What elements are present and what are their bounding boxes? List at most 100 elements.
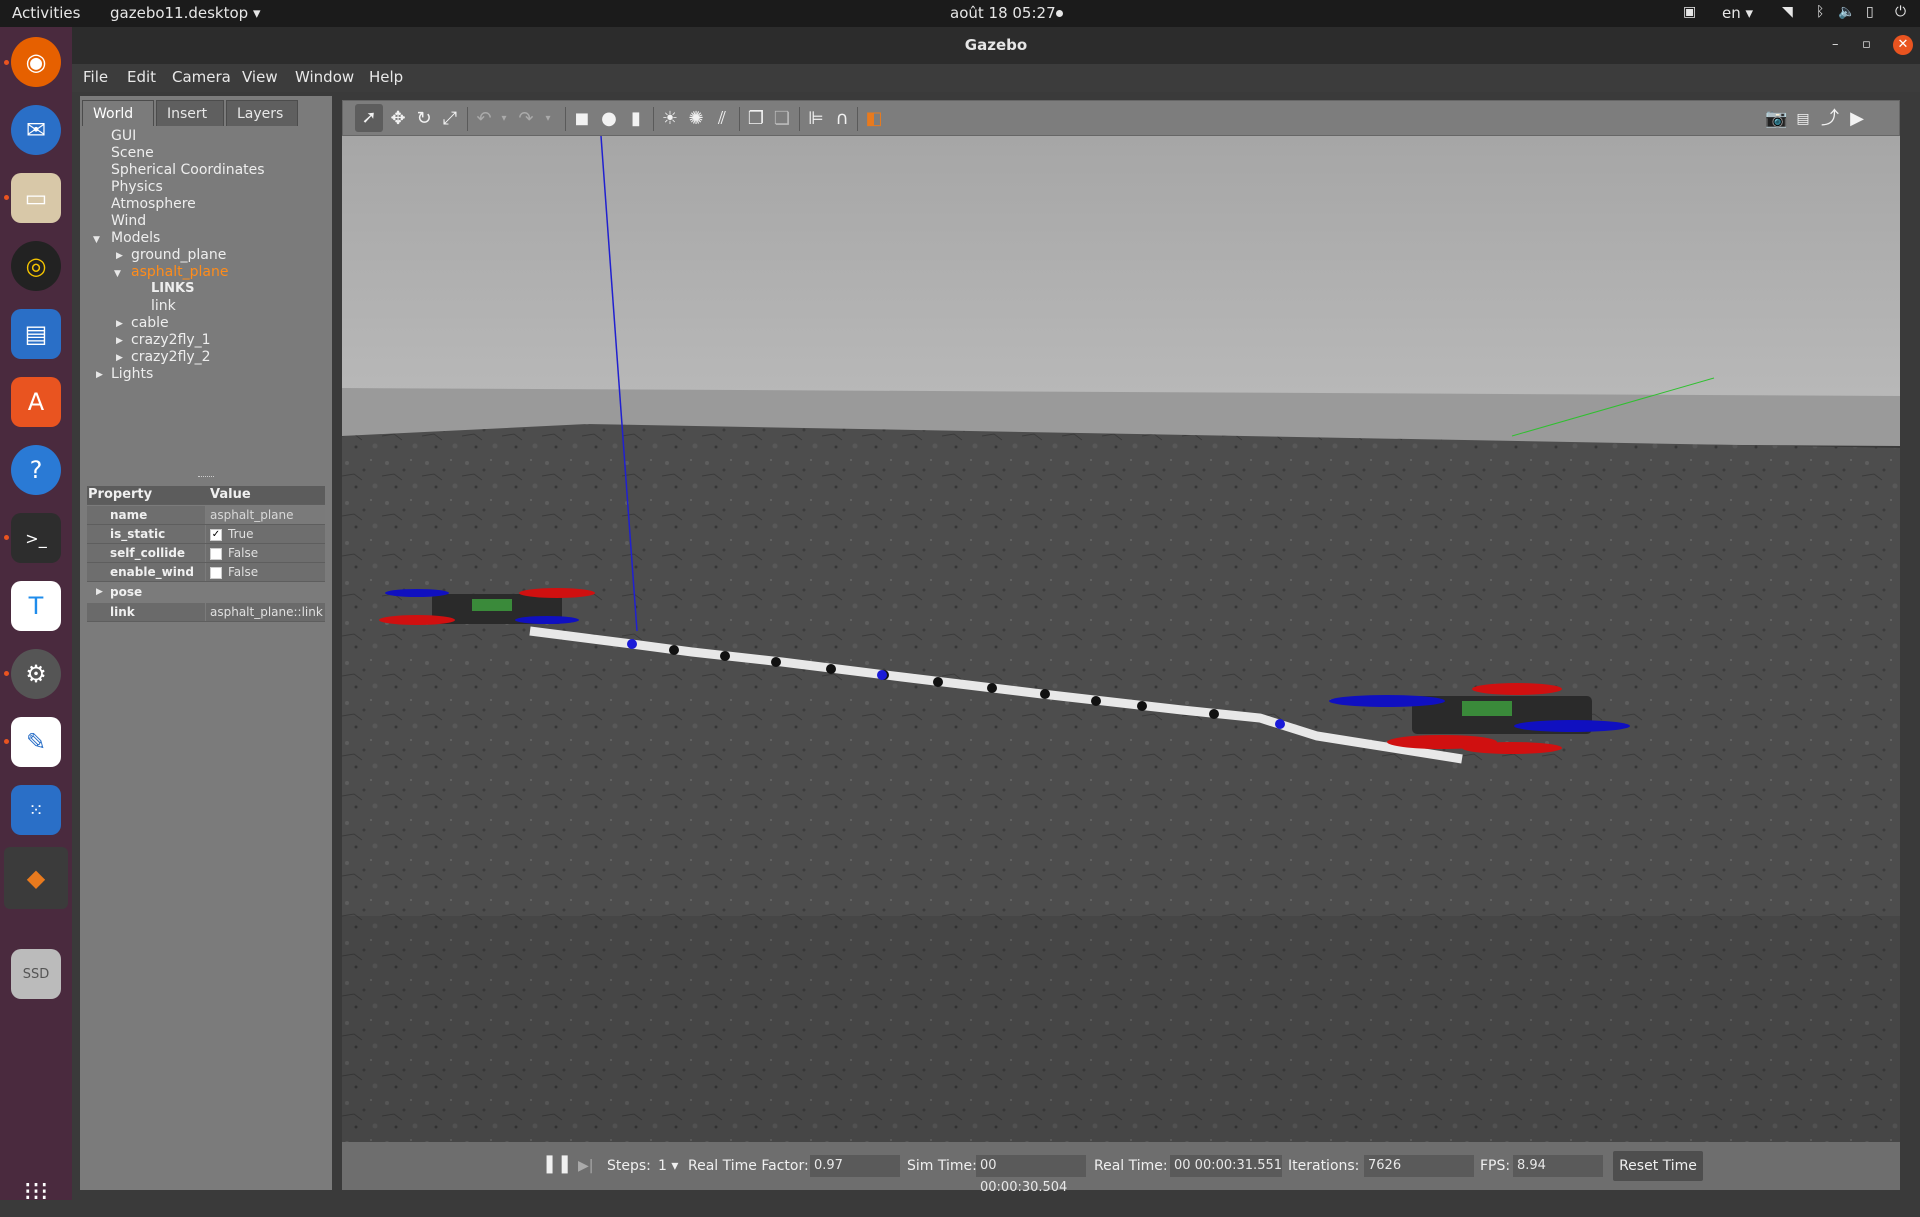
toolbar-separator: [799, 107, 800, 131]
collapsed-arrow-icon[interactable]: ▶: [116, 319, 123, 329]
spot-light-icon[interactable]: ✺: [685, 108, 707, 130]
minimize-icon[interactable]: –: [1832, 37, 1839, 53]
camera-indicator-icon[interactable]: ▣: [1683, 4, 1696, 20]
power-menu-icon[interactable]: ⏻: [1895, 4, 1906, 20]
teamviewer-icon[interactable]: T: [11, 581, 61, 631]
undo-history-icon[interactable]: ▾: [493, 108, 515, 130]
menu-camera[interactable]: Camera: [172, 68, 231, 86]
collapsed-arrow-icon[interactable]: ▶: [116, 336, 123, 346]
redo-history-icon[interactable]: ▾: [537, 108, 559, 130]
tree-item-wind[interactable]: Wind: [111, 213, 146, 229]
sphere-shape-icon[interactable]: ●: [598, 108, 620, 130]
help-icon[interactable]: ?: [11, 445, 61, 495]
box-shape-icon[interactable]: ◼: [571, 108, 593, 130]
tree-item-crazy2fly-2[interactable]: crazy2fly_2: [131, 349, 211, 365]
clock[interactable]: août 18 05:27: [950, 4, 1056, 22]
select-mode-icon[interactable]: ➚: [355, 104, 383, 132]
step-icon[interactable]: ▶|: [578, 1158, 593, 1174]
view-angle-icon[interactable]: ◧: [863, 108, 885, 130]
tab-insert[interactable]: Insert: [156, 100, 224, 126]
translate-mode-icon[interactable]: ✥: [387, 108, 409, 130]
tree-item-ground-plane[interactable]: ground_plane: [131, 247, 226, 263]
tree-item-asphalt-plane[interactable]: asphalt_plane: [131, 264, 228, 280]
property-row-link[interactable]: ▶ link asphalt_plane::link: [87, 603, 325, 622]
undo-icon[interactable]: ↶: [473, 108, 495, 130]
collapsed-arrow-icon[interactable]: ▶: [116, 251, 123, 261]
expanded-arrow-icon[interactable]: ▼: [93, 235, 100, 245]
directional-light-icon[interactable]: ⫽: [711, 108, 733, 130]
menu-help[interactable]: Help: [369, 68, 403, 86]
log-icon[interactable]: ▤: [1792, 108, 1814, 130]
video-record-icon[interactable]: ▶: [1846, 108, 1868, 130]
app-grid-launcher-icon[interactable]: ⁙: [11, 785, 61, 835]
tree-item-link[interactable]: link: [151, 298, 176, 314]
thunderbird-icon[interactable]: ✉: [11, 105, 61, 155]
collapsed-arrow-icon[interactable]: ▶: [96, 370, 103, 380]
property-row-is-static[interactable]: is_static ✓ True: [87, 525, 325, 544]
menu-view[interactable]: View: [242, 68, 278, 86]
toolbar-separator: [653, 107, 654, 131]
scene-viewport[interactable]: [342, 136, 1900, 1142]
tree-item-crazy2fly-1[interactable]: crazy2fly_1: [131, 332, 211, 348]
tree-item-atmosphere[interactable]: Atmosphere: [111, 196, 196, 212]
activities-button[interactable]: Activities: [12, 4, 80, 22]
gazebo-dock-icon[interactable]: ◆: [4, 847, 68, 909]
volume-icon[interactable]: 🔈: [1838, 4, 1855, 20]
menu-edit[interactable]: Edit: [127, 68, 156, 86]
terminal-icon[interactable]: >_: [11, 513, 61, 563]
expanded-arrow-icon[interactable]: ▼: [114, 269, 121, 279]
property-row-enable-wind[interactable]: enable_wind False: [87, 563, 325, 582]
align-icon[interactable]: ⊫: [805, 108, 827, 130]
show-applications-icon[interactable]: ⁝⁝⁝: [11, 1167, 61, 1217]
property-row-name[interactable]: name asphalt_plane: [87, 506, 325, 525]
app-menu[interactable]: gazebo11.desktop ▾: [110, 4, 261, 22]
pause-icon[interactable]: ❚❚: [542, 1153, 572, 1174]
tree-item-spherical[interactable]: Spherical Coordinates: [111, 162, 265, 178]
settings-icon[interactable]: ⚙: [11, 649, 61, 699]
tab-layers[interactable]: Layers: [226, 100, 298, 126]
tree-item-models[interactable]: Models: [111, 230, 160, 246]
tree-item-gui[interactable]: GUI: [111, 128, 136, 144]
files-icon[interactable]: ▭: [11, 173, 61, 223]
scale-mode-icon[interactable]: ⤢: [439, 108, 461, 130]
rotate-mode-icon[interactable]: ↻: [413, 108, 435, 130]
point-light-icon[interactable]: ☀: [659, 108, 681, 130]
text-editor-icon[interactable]: ✎: [11, 717, 61, 767]
window-titlebar[interactable]: Gazebo – ▫ ✕: [72, 27, 1920, 64]
property-name-value[interactable]: asphalt_plane: [206, 506, 325, 524]
maximize-icon[interactable]: ▫: [1862, 37, 1871, 53]
self-collide-checkbox[interactable]: [210, 547, 222, 560]
cylinder-shape-icon[interactable]: ▮: [625, 108, 647, 130]
wifi-icon[interactable]: ◥: [1782, 4, 1793, 20]
bluetooth-icon[interactable]: ᛒ: [1816, 4, 1824, 20]
screenshot-icon[interactable]: 📷: [1765, 108, 1787, 130]
rhythmbox-icon[interactable]: ◎: [11, 241, 61, 291]
copy-icon[interactable]: ❐: [745, 108, 767, 130]
ssd-drive-icon[interactable]: SSD: [11, 949, 61, 999]
reset-time-button[interactable]: Reset Time: [1613, 1151, 1703, 1181]
menu-file[interactable]: File: [83, 68, 108, 86]
language-selector[interactable]: en ▾: [1722, 4, 1753, 22]
tree-item-scene[interactable]: Scene: [111, 145, 154, 161]
menu-window[interactable]: Window: [295, 68, 354, 86]
firefox-icon[interactable]: ◉: [11, 37, 61, 87]
writer-icon[interactable]: ▤: [11, 309, 61, 359]
snap-icon[interactable]: ∩: [831, 108, 853, 130]
is-static-checkbox[interactable]: ✓: [210, 528, 222, 541]
redo-icon[interactable]: ↷: [515, 108, 537, 130]
splitter-handle[interactable]: [198, 476, 214, 479]
property-row-pose[interactable]: ▶ pose: [87, 583, 325, 602]
close-icon[interactable]: ✕: [1893, 35, 1913, 55]
tab-world[interactable]: World: [82, 100, 154, 126]
battery-icon[interactable]: ▯: [1866, 4, 1874, 20]
steps-selector[interactable]: 1 ▾: [658, 1158, 678, 1174]
enable-wind-checkbox[interactable]: [210, 566, 222, 579]
tree-item-cable[interactable]: cable: [131, 315, 169, 331]
software-icon[interactable]: A: [11, 377, 61, 427]
tree-item-physics[interactable]: Physics: [111, 179, 163, 195]
tree-item-lights[interactable]: Lights: [111, 366, 153, 382]
plot-icon[interactable]: ⤴: [1819, 108, 1841, 130]
collapsed-arrow-icon[interactable]: ▶: [116, 353, 123, 363]
paste-icon[interactable]: ❏: [771, 108, 793, 130]
property-row-self-collide[interactable]: self_collide False: [87, 544, 325, 563]
